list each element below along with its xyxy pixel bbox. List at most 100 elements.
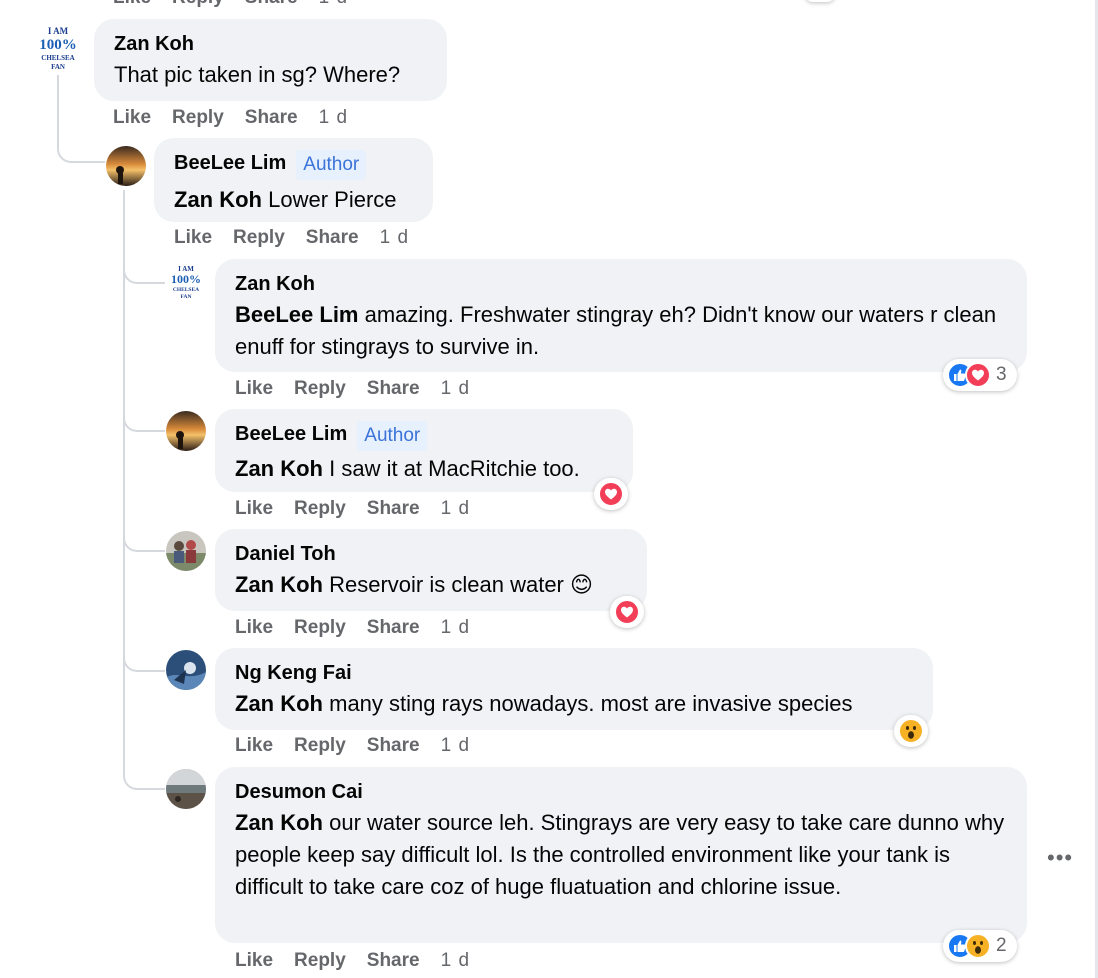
wow-reaction-icon	[898, 718, 924, 744]
mention-link[interactable]: Zan Koh	[174, 187, 262, 212]
reply-link[interactable]: Reply	[294, 949, 346, 973]
people-avatar[interactable]	[166, 531, 206, 571]
love-reaction-icon	[614, 599, 640, 625]
share-link[interactable]: Share	[367, 497, 420, 521]
share-link[interactable]: Share	[245, 106, 298, 130]
thread-connector	[123, 768, 165, 790]
comment-bubble: BeeLee Lim Author Zan Koh I saw it at Mac…	[215, 409, 633, 492]
reaction-count: 3	[996, 364, 1007, 385]
comment-text: Reservoir is clean water 😊	[329, 572, 593, 597]
svg-text:FAN: FAN	[181, 294, 192, 300]
blue-avatar[interactable]	[166, 650, 206, 690]
svg-text:CHELSEA: CHELSEA	[41, 54, 74, 62]
comment-text: many sting rays nowadays. most are invas…	[329, 691, 853, 716]
comment-actions: Like Reply Share 1 d	[235, 377, 491, 401]
timestamp[interactable]: 1 d	[441, 377, 470, 401]
like-link[interactable]: Like	[235, 497, 273, 521]
comment-actions: Like Reply Share 1 d	[235, 616, 491, 640]
author-badge: Author	[296, 150, 367, 180]
mention-link[interactable]: Zan Koh	[235, 810, 323, 835]
like-link[interactable]: Like	[113, 0, 151, 10]
timestamp[interactable]: 1 d	[441, 734, 470, 758]
comment-bubble: Zan Koh BeeLee Lim amazing. Freshwater s…	[215, 259, 1027, 372]
love-reaction-icon	[965, 362, 991, 388]
comment-bubble: BeeLee Lim Author Zan Koh Lower Pierce	[154, 138, 433, 222]
sunset-avatar[interactable]	[106, 146, 146, 186]
wow-reaction-icon	[965, 933, 991, 959]
mention-link[interactable]: BeeLee Lim	[235, 302, 359, 327]
top-actions-row: Like Reply Share 1 d	[113, 0, 369, 10]
comment-actions: Like Reply Share 1 d	[235, 497, 491, 521]
comment-bubble: Desumon Cai Zan Koh our water source leh…	[215, 767, 1027, 943]
comment-actions: Like Reply Share 1 d	[113, 106, 369, 130]
commenter-name[interactable]: Desumon Cai	[235, 779, 363, 805]
svg-text:CHELSEA: CHELSEA	[173, 287, 199, 293]
commenter-name[interactable]: Zan Koh	[235, 271, 315, 297]
thread-connector	[123, 530, 165, 552]
reply-link[interactable]: Reply	[294, 497, 346, 521]
comment-text: I saw it at MacRitchie too.	[329, 456, 580, 481]
share-link[interactable]: Share	[367, 377, 420, 401]
like-link[interactable]: Like	[235, 949, 273, 973]
coast-avatar[interactable]	[166, 769, 206, 809]
reply-link[interactable]: Reply	[294, 616, 346, 640]
comment-bubble: Zan Koh That pic taken in sg? Where?	[94, 19, 447, 101]
comment-text: That pic taken in sg? Where?	[114, 62, 401, 87]
author-badge: Author	[357, 421, 428, 451]
commenter-name[interactable]: BeeLee Lim	[235, 421, 347, 447]
like-link[interactable]: Like	[174, 226, 212, 250]
share-link[interactable]: Share	[367, 616, 420, 640]
sunset-avatar[interactable]	[166, 411, 206, 451]
share-link[interactable]: Share	[367, 734, 420, 758]
svg-text:I AM: I AM	[48, 26, 69, 36]
commenter-name[interactable]: Ng Keng Fai	[235, 660, 352, 686]
chelsea-fan-avatar[interactable]: I AM 100% CHELSEA FAN	[166, 262, 206, 302]
like-link[interactable]: Like	[235, 616, 273, 640]
thread-connector	[123, 410, 165, 432]
timestamp[interactable]: 1 d	[380, 226, 409, 250]
reply-link[interactable]: Reply	[233, 226, 285, 250]
reaction-summary[interactable]	[894, 715, 928, 747]
reaction-summary[interactable]	[594, 478, 628, 510]
timestamp[interactable]: 1 d	[441, 616, 470, 640]
comment-text: our water source leh. Stingrays are very…	[235, 810, 1005, 899]
chelsea-fan-avatar[interactable]: I AM 100% CHELSEA FAN	[32, 22, 84, 74]
like-link[interactable]: Like	[113, 106, 151, 130]
comment-actions: Like Reply Share 1 d	[235, 734, 491, 758]
timestamp[interactable]: 1 d	[441, 949, 470, 973]
svg-text:FAN: FAN	[51, 63, 65, 71]
timestamp[interactable]: 1 d	[319, 0, 348, 10]
comment-actions: Like Reply Share 1 d	[174, 226, 430, 250]
reaction-summary[interactable]: 2	[943, 930, 1017, 962]
reaction-summary[interactable]	[610, 596, 644, 628]
commenter-name[interactable]: BeeLee Lim	[174, 150, 286, 176]
svg-text:100%: 100%	[171, 272, 201, 286]
top-reaction-stub	[805, 0, 835, 2]
like-link[interactable]: Like	[235, 377, 273, 401]
like-link[interactable]: Like	[235, 734, 273, 758]
comment-text: Lower Pierce	[268, 187, 397, 212]
reaction-summary[interactable]: 3	[943, 359, 1017, 391]
timestamp[interactable]: 1 d	[319, 106, 348, 130]
mention-link[interactable]: Zan Koh	[235, 572, 323, 597]
share-link[interactable]: Share	[306, 226, 359, 250]
comment-bubble: Daniel Toh Zan Koh Reservoir is clean wa…	[215, 529, 647, 611]
svg-text:100%: 100%	[39, 37, 77, 53]
comment-bubble: Ng Keng Fai Zan Koh many sting rays nowa…	[215, 648, 933, 730]
share-link[interactable]: Share	[245, 0, 298, 10]
comment-actions: Like Reply Share 1 d	[235, 949, 491, 973]
reply-link[interactable]: Reply	[172, 0, 224, 10]
mention-link[interactable]: Zan Koh	[235, 691, 323, 716]
mention-link[interactable]: Zan Koh	[235, 456, 323, 481]
reply-link[interactable]: Reply	[172, 106, 224, 130]
thread-connector	[123, 262, 165, 284]
thread-connector	[123, 650, 165, 672]
commenter-name[interactable]: Zan Koh	[114, 31, 194, 57]
commenter-name[interactable]: Daniel Toh	[235, 541, 336, 567]
more-options-icon[interactable]: •••	[1047, 845, 1073, 871]
reply-link[interactable]: Reply	[294, 377, 346, 401]
thread-connector	[57, 130, 105, 163]
reply-link[interactable]: Reply	[294, 734, 346, 758]
share-link[interactable]: Share	[367, 949, 420, 973]
timestamp[interactable]: 1 d	[441, 497, 470, 521]
